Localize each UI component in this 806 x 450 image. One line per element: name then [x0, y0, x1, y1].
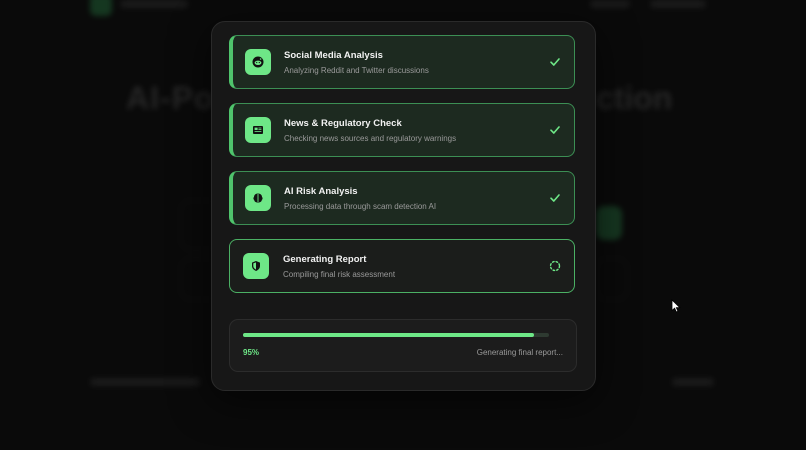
- background-footer-text: [90, 378, 200, 386]
- step-title: Social Media Analysis: [284, 50, 383, 61]
- step-title: Generating Report: [283, 254, 367, 265]
- progress-percent: 95%: [243, 348, 260, 357]
- progress-bar: [243, 333, 549, 337]
- shield-icon: [243, 253, 269, 279]
- newspaper-icon: [245, 117, 271, 143]
- step-subtitle: Analyzing Reddit and Twitter discussions: [284, 66, 429, 75]
- step-title: News & Regulatory Check: [284, 118, 402, 129]
- reddit-icon: [245, 49, 271, 75]
- background-logo: [90, 0, 112, 16]
- step-title: AI Risk Analysis: [284, 186, 358, 197]
- step-social-media-analysis: Social Media Analysis Analyzing Reddit a…: [229, 35, 575, 89]
- step-news-regulatory-check: News & Regulatory Check Checking news so…: [229, 103, 575, 157]
- loading-spinner-icon: [549, 260, 561, 272]
- check-icon: [550, 126, 560, 134]
- background-brand: [120, 0, 188, 8]
- step-subtitle: Compiling final risk assessment: [283, 270, 396, 279]
- step-generating-report: Generating Report Compiling final risk a…: [229, 239, 575, 293]
- step-ai-risk-analysis: AI Risk Analysis Processing data through…: [229, 171, 575, 225]
- background-button: [596, 206, 622, 240]
- progress-message: Generating final report...: [476, 348, 563, 357]
- background-nav-item: [650, 0, 706, 8]
- progress-bar-fill: [243, 333, 534, 337]
- background-card: [596, 258, 628, 300]
- background-hero-title: AI-Po: [126, 80, 215, 116]
- check-icon: [550, 194, 560, 202]
- background-hero-title-end: ction: [596, 80, 673, 116]
- step-subtitle: Checking news sources and regulatory war…: [284, 134, 457, 143]
- background-footer-link: [672, 378, 714, 386]
- check-icon: [550, 58, 560, 66]
- background-nav-item: [590, 0, 630, 8]
- brain-icon: [245, 185, 271, 211]
- mouse-cursor-icon: [671, 299, 681, 313]
- analysis-progress-modal: Social Media Analysis Analyzing Reddit a…: [211, 21, 596, 391]
- progress-card: 95% Generating final report...: [229, 319, 577, 372]
- step-subtitle: Processing data through scam detection A…: [284, 202, 437, 211]
